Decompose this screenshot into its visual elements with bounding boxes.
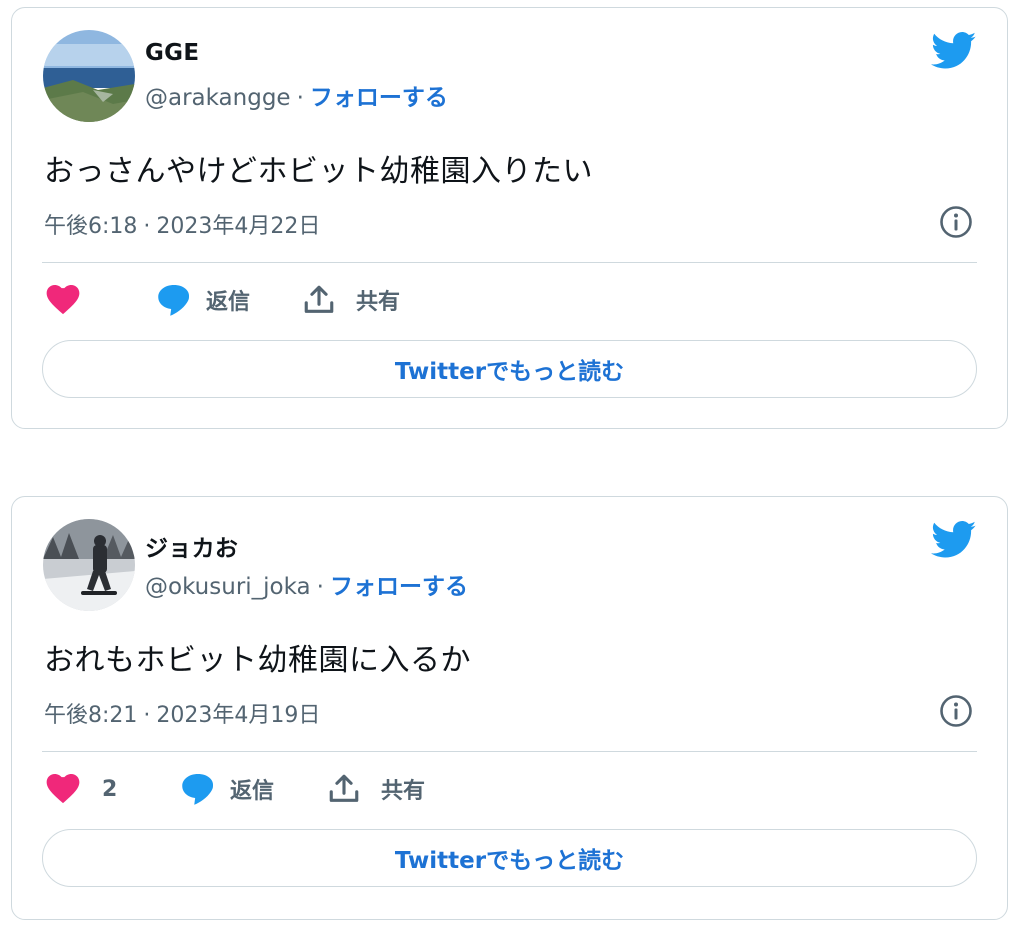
divider [42,262,977,263]
read-more-button[interactable]: Twitterでもっと読む [42,340,977,398]
share-button[interactable]: 共有 [327,769,425,809]
avatar[interactable] [43,30,135,122]
reply-button[interactable]: 返信 [156,280,250,320]
like-count: 2 [102,776,118,802]
read-more-button[interactable]: Twitterでもっと読む [42,829,977,887]
handle-row: @arakangge · フォローする [145,78,448,112]
separator: · [316,574,324,600]
follow-button[interactable]: フォローする [330,574,468,600]
display-name[interactable]: ジョカお [145,529,238,563]
action-bar: 返信 共有 [44,280,644,320]
like-button[interactable] [46,280,96,320]
tweet-card: ジョカお @okusuri_joka · フォローする おれもホビット幼稚園に入るか… [11,496,1008,920]
handle[interactable]: @okusuri_joka [145,574,311,600]
reply-button[interactable]: 返信 [180,769,274,809]
separator: · [143,703,151,728]
like-button[interactable]: 2 [46,769,117,809]
tweet-date: 2023年4月19日 [156,703,321,728]
tweet-time: 午後6:18 [44,214,138,239]
tweet-timestamp[interactable]: 午後6:18 · 2023年4月22日 [44,208,320,240]
tweet-text: おれもホビット幼稚園に入るか [44,643,471,678]
share-upload-icon [304,285,334,313]
handle[interactable]: @arakangge [145,85,291,111]
divider [42,751,977,752]
share-label: 共有 [381,779,426,804]
twitter-bird-icon[interactable] [931,32,977,70]
share-upload-icon [329,774,359,802]
action-bar: 2 返信 共有 [44,769,644,809]
follow-button[interactable]: フォローする [310,85,448,111]
twitter-bird-icon[interactable] [931,521,977,559]
tweet-card: GGE @arakangge · フォローする おっさんやけどホビット幼稚園入りたい… [11,7,1008,429]
display-name[interactable]: GGE [145,40,199,66]
reply-label: 返信 [206,290,251,315]
tweet-text: おっさんやけどホビット幼稚園入りたい [44,154,593,189]
tweet-timestamp[interactable]: 午後8:21 · 2023年4月19日 [44,697,320,729]
share-label: 共有 [356,290,401,315]
reply-label: 返信 [230,779,275,804]
info-icon[interactable] [939,694,973,728]
tweet-date: 2023年4月22日 [156,214,321,239]
separator: · [296,85,304,111]
avatar[interactable] [43,519,135,611]
share-button[interactable]: 共有 [302,280,400,320]
tweet-time: 午後8:21 [44,703,138,728]
reply-bubble-icon [158,285,190,316]
reply-bubble-icon [182,774,214,805]
handle-row: @okusuri_joka · フォローする [145,567,468,601]
heart-icon [46,774,80,804]
heart-icon [46,285,80,315]
info-icon[interactable] [939,205,973,239]
separator: · [143,214,151,239]
